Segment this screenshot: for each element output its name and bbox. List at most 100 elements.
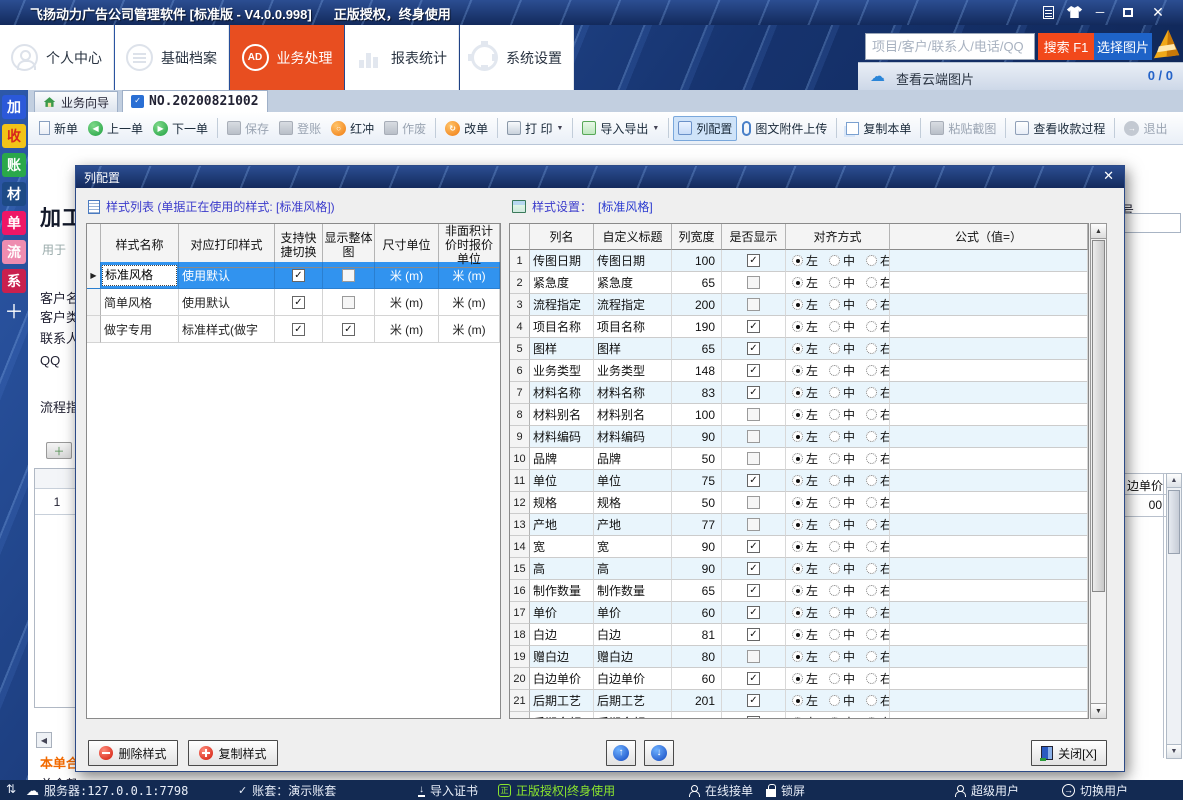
radio-icon[interactable]	[829, 497, 840, 508]
column-row[interactable]: 22后期金额后期金额101左中右	[510, 712, 1088, 719]
radio-icon[interactable]	[792, 497, 803, 508]
formula-cell[interactable]	[890, 712, 1088, 719]
price-unit-cell[interactable]: 米 (m)	[439, 262, 500, 289]
radio-icon[interactable]	[829, 629, 840, 640]
checkbox[interactable]	[292, 296, 305, 309]
align-option-左[interactable]: 左	[792, 604, 818, 621]
column-width-cell[interactable]: 90	[672, 536, 722, 558]
radio-icon[interactable]	[792, 299, 803, 310]
whole-image-cell[interactable]	[323, 316, 375, 343]
close-dialog-button[interactable]: 关闭[X]	[1031, 740, 1107, 766]
style-settings-value[interactable]: [标准风格]	[598, 198, 653, 215]
radio-icon[interactable]	[866, 607, 877, 618]
radio-icon[interactable]	[792, 431, 803, 442]
toolbar-prev-button[interactable]: ◀上一单	[83, 116, 148, 141]
column-width-cell[interactable]: 60	[672, 602, 722, 624]
column-row[interactable]: 12规格规格50左中右	[510, 492, 1088, 514]
close-button[interactable]: ✕	[1146, 3, 1170, 21]
formula-cell[interactable]	[890, 536, 1088, 558]
custom-title-cell[interactable]: 产地	[594, 514, 672, 536]
formula-cell[interactable]	[890, 294, 1088, 316]
radio-icon[interactable]	[792, 585, 803, 596]
radio-icon[interactable]	[866, 431, 877, 442]
checkbox[interactable]	[747, 672, 760, 685]
print-style-cell[interactable]: 使用默认	[179, 262, 275, 289]
toolbar-copy-order-button[interactable]: 复制本单	[841, 116, 916, 141]
tab-business-wizard[interactable]: 业务向导	[34, 91, 118, 112]
align-option-右[interactable]: 右	[866, 604, 890, 621]
radio-icon[interactable]	[866, 563, 877, 574]
whole-image-cell[interactable]	[323, 262, 375, 289]
custom-title-cell[interactable]: 品牌	[594, 448, 672, 470]
custom-title-cell[interactable]: 业务类型	[594, 360, 672, 382]
radio-icon[interactable]	[866, 409, 877, 420]
radio-icon[interactable]	[829, 255, 840, 266]
align-option-中[interactable]: 中	[829, 714, 855, 719]
show-cell[interactable]	[722, 470, 786, 492]
show-cell[interactable]	[722, 360, 786, 382]
column-width-cell[interactable]: 65	[672, 580, 722, 602]
column-width-cell[interactable]: 190	[672, 316, 722, 338]
checkbox[interactable]	[747, 452, 760, 465]
radio-icon[interactable]	[829, 717, 840, 719]
column-row[interactable]: 13产地产地77左中右	[510, 514, 1088, 536]
checkbox[interactable]	[747, 518, 760, 531]
checkbox[interactable]	[747, 430, 760, 443]
align-option-左[interactable]: 左	[792, 428, 818, 445]
toolbar-redflush-button[interactable]: ○红冲	[326, 116, 379, 141]
checkbox[interactable]	[747, 496, 760, 509]
radio-icon[interactable]	[866, 453, 877, 464]
add-row-button[interactable]: ＋	[46, 442, 72, 459]
quick-switch-cell[interactable]	[275, 262, 323, 289]
formula-cell[interactable]	[890, 448, 1088, 470]
column-width-cell[interactable]: 100	[672, 250, 722, 272]
show-cell[interactable]	[722, 668, 786, 690]
show-cell[interactable]	[722, 272, 786, 294]
scroll-down-icon[interactable]: ▼	[1167, 744, 1181, 758]
align-option-右[interactable]: 右	[866, 648, 890, 665]
show-cell[interactable]	[722, 492, 786, 514]
formula-cell[interactable]	[890, 338, 1088, 360]
checkbox[interactable]	[342, 323, 355, 336]
custom-title-cell[interactable]: 规格	[594, 492, 672, 514]
formula-cell[interactable]	[890, 250, 1088, 272]
checkbox[interactable]	[747, 584, 760, 597]
show-cell[interactable]	[722, 558, 786, 580]
align-option-右[interactable]: 右	[866, 692, 890, 709]
checkbox[interactable]	[342, 269, 355, 282]
checkbox[interactable]	[747, 408, 760, 421]
radio-icon[interactable]	[792, 629, 803, 640]
align-option-左[interactable]: 左	[792, 714, 818, 719]
grid-row-index[interactable]: 1	[35, 489, 79, 515]
align-option-中[interactable]: 中	[829, 450, 855, 467]
align-option-右[interactable]: 右	[866, 538, 890, 555]
align-option-中[interactable]: 中	[829, 406, 855, 423]
skin-icon[interactable]	[1062, 3, 1086, 21]
checkbox[interactable]	[747, 254, 760, 267]
radio-icon[interactable]	[866, 343, 877, 354]
cloud-image-bar[interactable]: ☁ 查看云端图片 0 / 0	[858, 62, 1183, 90]
column-row[interactable]: 7材料名称材料名称83左中右	[510, 382, 1088, 404]
show-cell[interactable]	[722, 514, 786, 536]
status-lock-screen[interactable]: 锁屏	[766, 782, 805, 799]
column-width-cell[interactable]: 200	[672, 294, 722, 316]
align-option-中[interactable]: 中	[829, 252, 855, 269]
size-unit-cell[interactable]: 米 (m)	[375, 316, 439, 343]
toolbar-modify-button[interactable]: ↻改单	[440, 116, 493, 141]
sidebar-item-单[interactable]: 单	[2, 211, 26, 235]
checkbox[interactable]	[747, 694, 760, 707]
column-row[interactable]: 16制作数量制作数量65左中右	[510, 580, 1088, 602]
formula-cell[interactable]	[890, 426, 1088, 448]
whole-image-cell[interactable]	[323, 289, 375, 316]
radio-icon[interactable]	[866, 673, 877, 684]
custom-title-cell[interactable]: 传图日期	[594, 250, 672, 272]
custom-title-cell[interactable]: 宽	[594, 536, 672, 558]
checkbox[interactable]	[747, 276, 760, 289]
nav-tab-system-settings[interactable]: 系统设置	[460, 25, 574, 90]
nav-tab-basic-archives[interactable]: 基础档案	[115, 25, 229, 90]
table-scrollbar[interactable]: ▲ ▼	[1090, 223, 1107, 719]
align-option-中[interactable]: 中	[829, 538, 855, 555]
show-cell[interactable]	[722, 448, 786, 470]
align-option-右[interactable]: 右	[866, 714, 890, 719]
radio-icon[interactable]	[792, 321, 803, 332]
